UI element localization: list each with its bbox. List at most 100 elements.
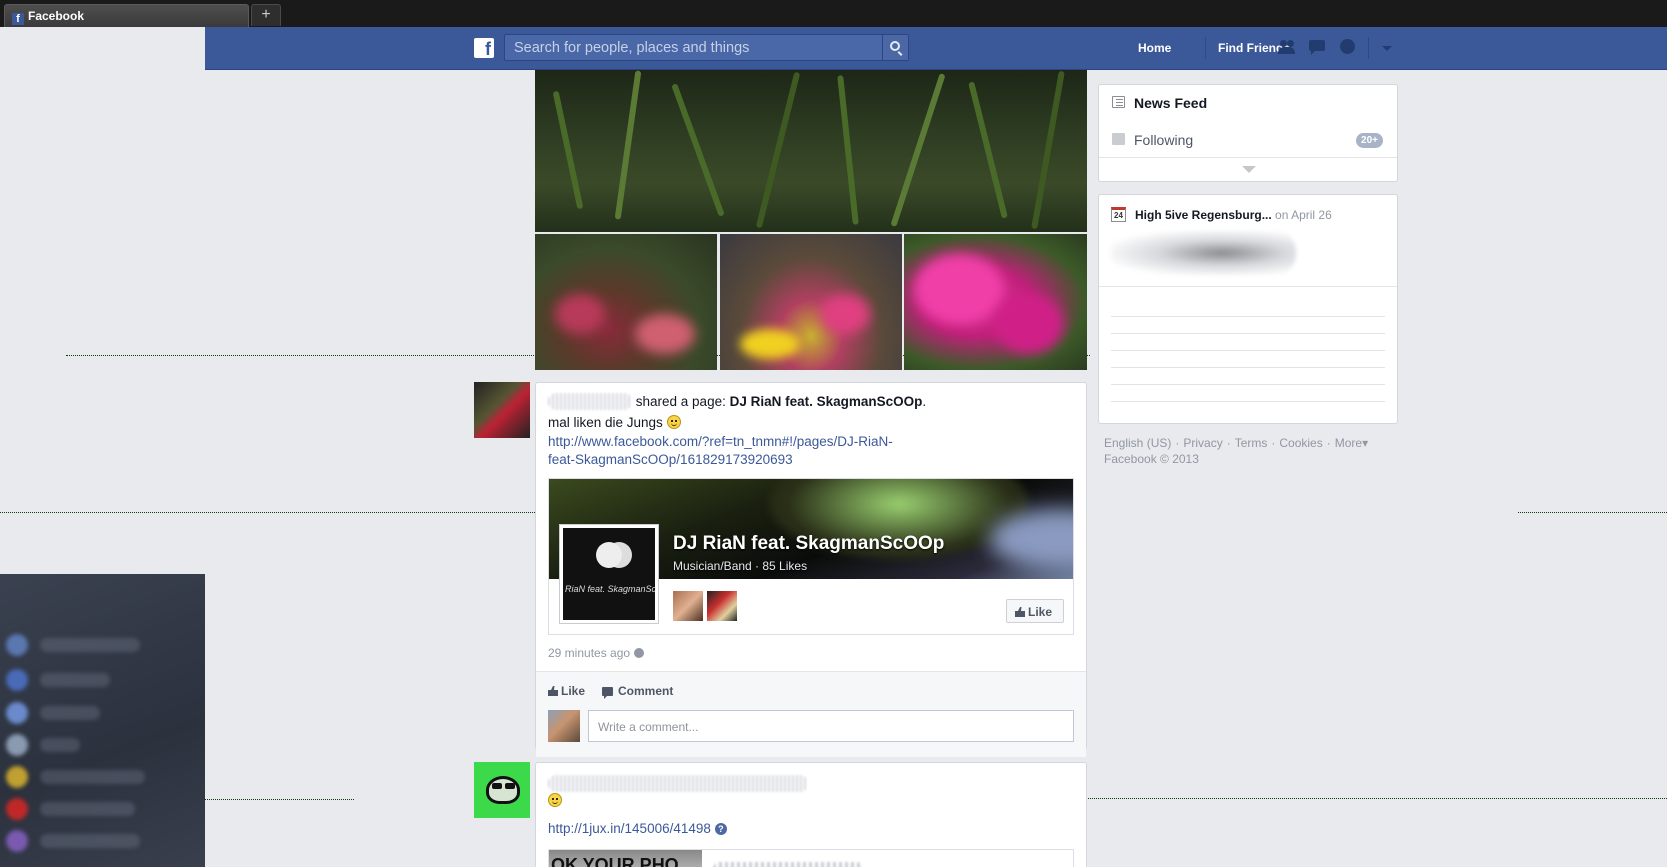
blurred-row [40, 770, 145, 784]
messages-icon[interactable] [1307, 38, 1327, 56]
photo-detail [596, 542, 622, 568]
photo-detail [555, 294, 605, 334]
public-globe-icon [634, 648, 645, 658]
fan-avatar[interactable] [673, 591, 703, 621]
link-preview-image[interactable]: OK YOUR PHO [549, 850, 702, 867]
feed-story-card: shared a page: DJ RiaN feat. SkagmanScOO… [535, 382, 1087, 757]
blurred-row [40, 802, 135, 816]
shared-page-attachment[interactable]: RiaN feat. SkagmanSc DJ RiaN feat. Skagm… [548, 478, 1074, 635]
shared-page-link[interactable]: DJ RiaN feat. SkagmanScOOp [730, 394, 923, 409]
sidebar-item-news-feed[interactable]: News Feed [1099, 85, 1397, 121]
story-url-line-2[interactable]: feat-SkagmanScOOp/161829173920693 [548, 452, 793, 467]
story-url[interactable]: http://www.facebook.com/?ref=tn_tnmn#!/p… [548, 433, 893, 469]
sidebar-item-label: Following [1134, 132, 1194, 148]
copyright: Facebook © 2013 [1104, 452, 1199, 466]
event-title[interactable]: High 5ive Regensburg... on April 26 [1135, 208, 1332, 222]
photo-detail [671, 83, 725, 217]
placeholder-line [1111, 384, 1385, 385]
facebook-logo-icon[interactable]: f [474, 38, 494, 59]
notifications-globe-icon[interactable] [1338, 38, 1358, 56]
blurred-icon [6, 702, 28, 724]
footer-link-cookies[interactable]: Cookies [1279, 436, 1322, 450]
current-user-avatar [548, 710, 580, 742]
footer-link-more[interactable]: More [1335, 436, 1362, 450]
post-photo-thumb[interactable] [904, 234, 1087, 370]
new-tab-button[interactable]: + [251, 4, 281, 26]
page-profile-picture[interactable]: RiaN feat. SkagmanSc [559, 524, 659, 624]
more-caret-icon[interactable]: ▾ [1362, 436, 1368, 450]
photo-detail [890, 72, 946, 228]
smiley-icon [548, 793, 562, 807]
following-count-badge: 20+ [1356, 133, 1383, 148]
like-action[interactable]: Like [548, 684, 585, 698]
placeholder-line [1111, 333, 1385, 334]
story-url-text[interactable]: http://1jux.in/145006/41498 [548, 821, 711, 836]
photo-detail [968, 81, 1008, 219]
browser-tab-title: Facebook [28, 9, 85, 23]
post-photo-main[interactable] [535, 70, 1087, 232]
blurred-icon [6, 798, 28, 820]
artifact-line [205, 799, 354, 800]
story-message [548, 793, 562, 808]
page-name[interactable]: DJ RiaN feat. SkagmanScOOp [673, 533, 944, 555]
placeholder-line [1111, 367, 1385, 368]
like-page-button[interactable]: Like [1006, 599, 1064, 623]
photo-detail [635, 314, 695, 354]
account-menu-chevron-down-icon[interactable] [1382, 46, 1392, 51]
news-feed-icon [1112, 96, 1125, 108]
page-picture-text: RiaN feat. SkagmanSc [565, 584, 657, 594]
post-photo-thumb[interactable] [720, 234, 902, 370]
sidebar-item-following[interactable]: Following 20+ [1099, 122, 1397, 158]
event-name[interactable]: High 5ive Regensburg... [1135, 208, 1272, 222]
blurred-row [40, 738, 80, 752]
comment-input[interactable]: Write a comment... [588, 710, 1074, 742]
photo-detail [492, 783, 502, 789]
footer-link-terms[interactable]: Terms [1235, 436, 1268, 450]
footer-link-language[interactable]: English (US) [1104, 436, 1171, 450]
browser-tab[interactable]: f Facebook [4, 4, 249, 27]
timestamp-text: 29 minutes ago [548, 646, 631, 660]
search-button[interactable] [882, 35, 908, 60]
story-url[interactable]: http://1jux.in/145006/41498? [548, 821, 727, 836]
placeholder-line [1111, 401, 1385, 402]
photo-detail [994, 294, 1064, 354]
footer-link-privacy[interactable]: Privacy [1183, 436, 1222, 450]
comment-action[interactable]: Comment [602, 684, 673, 699]
top-navigation-bar: f Search for people, places and things H… [205, 27, 1667, 70]
link-preview-title-blurred[interactable] [713, 862, 863, 867]
post-photo-thumb[interactable] [535, 234, 717, 370]
story-timestamp[interactable]: 29 minutes ago [548, 646, 645, 660]
help-question-icon[interactable]: ? [714, 823, 727, 835]
nav-divider [1205, 37, 1206, 59]
post-author-avatar[interactable] [474, 382, 530, 438]
artifact-line [996, 798, 1667, 799]
facebook-favicon-icon: f [12, 13, 24, 25]
blurred-row [40, 673, 110, 687]
story-url-line-1[interactable]: http://www.facebook.com/?ref=tn_tnmn#!/p… [548, 434, 893, 449]
rss-icon [1112, 133, 1125, 145]
friend-requests-icon[interactable] [1277, 38, 1297, 56]
blurred-icon [6, 669, 28, 691]
home-link[interactable]: Home [1138, 41, 1171, 55]
link-attachment[interactable]: OK YOUR PHO [548, 849, 1074, 867]
search-box[interactable]: Search for people, places and things [504, 34, 909, 61]
like-label: Like [561, 684, 586, 698]
blurred-icon [6, 734, 28, 756]
photo-detail [505, 783, 515, 789]
fan-avatar[interactable] [707, 591, 737, 621]
photo-detail [755, 71, 801, 229]
event-attendees-blurred [1111, 231, 1296, 275]
search-input[interactable]: Search for people, places and things [514, 40, 749, 56]
separator: · [1175, 436, 1180, 450]
placeholder-line [1111, 350, 1385, 351]
story-header-blurred [548, 775, 808, 792]
photo-detail [740, 329, 800, 359]
artifact-line [1518, 512, 1667, 513]
message-text: mal liken die Jungs [548, 415, 663, 430]
left-sidebar-blurred [0, 574, 205, 867]
events-card: 24 High 5ive Regensburg... on April 26 [1098, 194, 1398, 424]
author-name-blurred[interactable] [548, 393, 632, 410]
period: . [922, 394, 927, 409]
expand-chevron-down-icon[interactable] [1242, 166, 1256, 173]
post-author-avatar[interactable] [474, 762, 530, 818]
